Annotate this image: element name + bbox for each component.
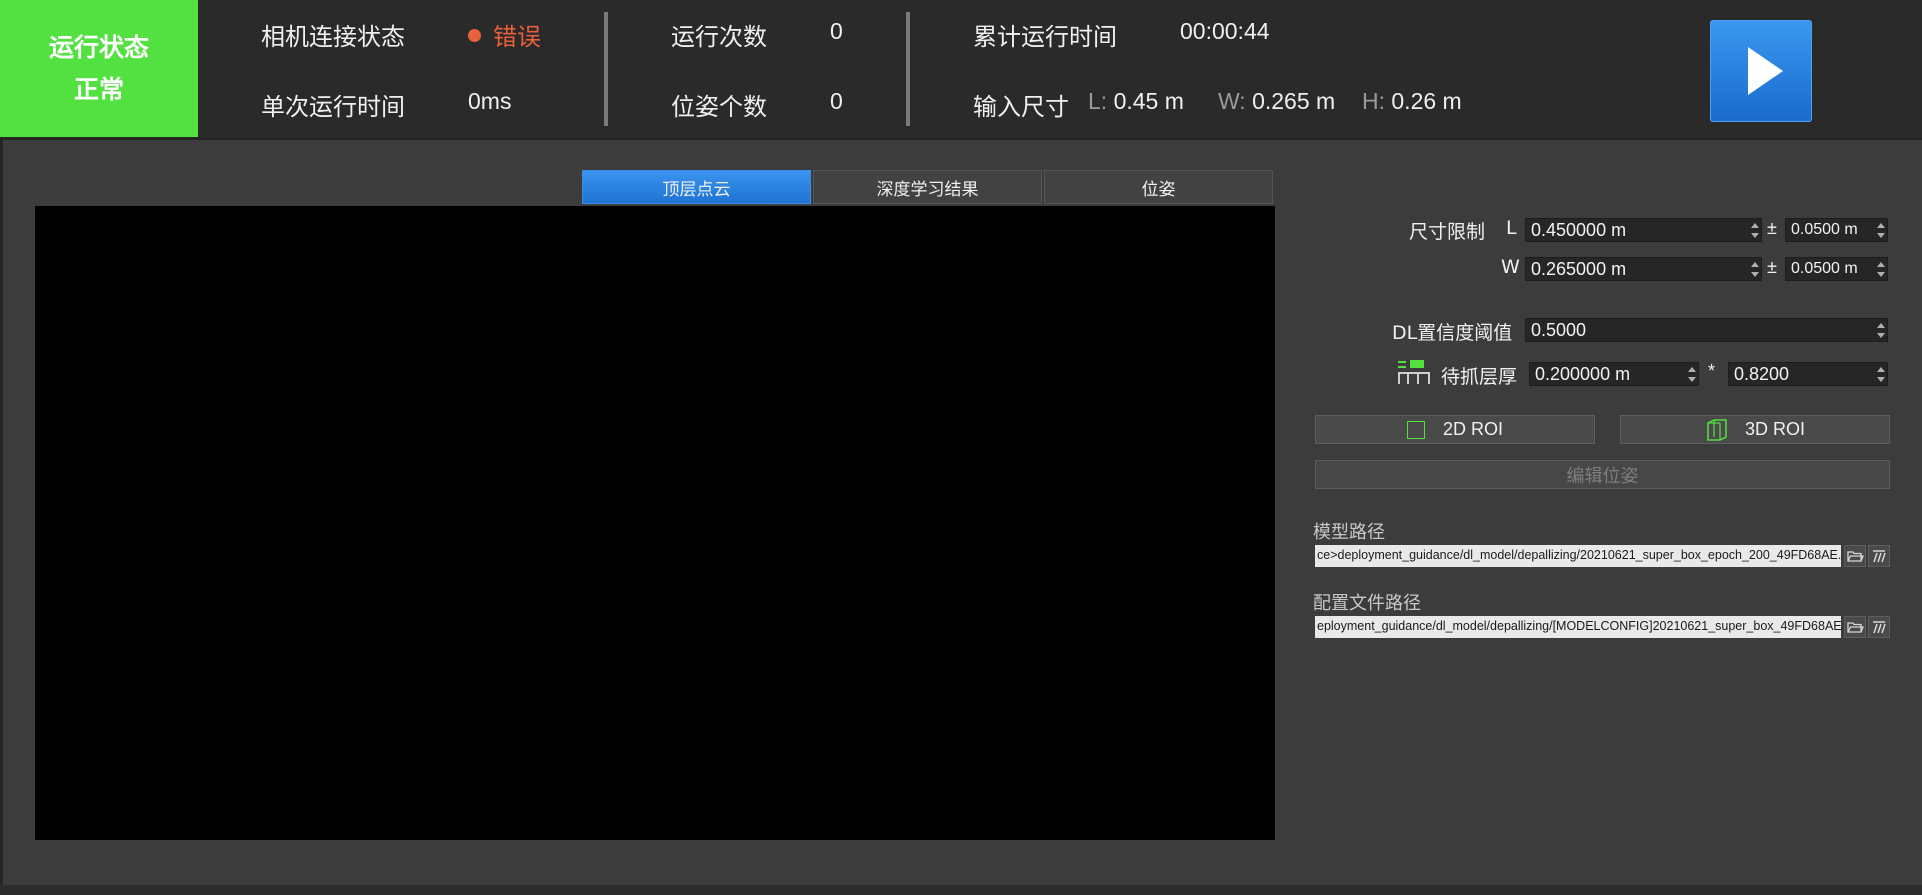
start-button[interactable]	[1710, 20, 1812, 122]
run-status-indicator: 运行状态 正常	[0, 0, 198, 137]
spin-arrows-icon[interactable]	[1876, 322, 1885, 339]
spin-arrows-icon[interactable]	[1750, 261, 1759, 278]
clear-path-button[interactable]	[1868, 545, 1890, 567]
input-size-label: 输入尺寸	[973, 93, 1069, 121]
open-folder-button[interactable]	[1844, 545, 1866, 567]
config-path-input[interactable]: eployment_guidance/dl_model/depallizing/…	[1315, 616, 1841, 638]
tab-deep-learning-result[interactable]: 深度学习结果	[813, 170, 1042, 204]
run-count-value: 0	[830, 18, 843, 44]
config-path-label: 配置文件路径	[1313, 593, 1421, 614]
layer-thickness-label: 待抓层厚	[1441, 366, 1518, 388]
edit-pose-button[interactable]: 编辑位姿	[1315, 460, 1890, 489]
open-folder-button[interactable]	[1844, 616, 1866, 638]
layer-thickness-icon	[1398, 360, 1430, 384]
single-run-time-value: 0ms	[468, 88, 512, 114]
spin-arrows-icon[interactable]	[1750, 222, 1759, 239]
width-tolerance-input[interactable]: 0.0500 m	[1785, 257, 1888, 281]
cube-icon	[1707, 418, 1727, 441]
layer-thickness-input[interactable]: 0.200000 m	[1529, 362, 1699, 386]
main-panel: 顶层点云 深度学习结果 位姿 尺寸限制 L 0.450000 m ± 0.050…	[3, 140, 1922, 885]
play-icon	[1748, 47, 1783, 95]
pose-count-label: 位姿个数	[671, 93, 767, 121]
clear-icon	[1873, 621, 1886, 634]
tab-top-point-cloud[interactable]: 顶层点云	[582, 170, 811, 204]
plus-minus-label: ±	[1767, 257, 1777, 277]
bottom-strip	[0, 885, 1922, 895]
clear-path-button[interactable]	[1868, 616, 1890, 638]
spin-arrows-icon[interactable]	[1687, 366, 1696, 383]
single-run-time-label: 单次运行时间	[261, 93, 405, 121]
total-run-time-value: 00:00:44	[1180, 18, 1270, 44]
input-size-length: L: 0.45 m	[1088, 88, 1184, 114]
input-size-height: H: 0.26 m	[1362, 88, 1462, 114]
run-status-state: 正常	[73, 74, 124, 104]
folder-icon	[1847, 551, 1864, 562]
width-label: W	[1501, 256, 1520, 278]
roi-2d-button[interactable]: 2D ROI	[1315, 415, 1595, 444]
camera-status-label: 相机连接状态	[261, 23, 405, 51]
length-label: L	[1506, 217, 1517, 239]
model-path-label: 模型路径	[1313, 522, 1385, 543]
roi-3d-button[interactable]: 3D ROI	[1620, 415, 1890, 444]
total-run-time-label: 累计运行时间	[973, 23, 1117, 51]
spin-arrows-icon[interactable]	[1876, 366, 1885, 383]
run-status-title: 运行状态	[48, 32, 149, 62]
width-limit-input[interactable]: 0.265000 m	[1525, 257, 1762, 281]
square-icon	[1406, 420, 1425, 439]
model-path-input[interactable]: ce>deployment_guidance/dl_model/depalliz…	[1315, 545, 1841, 567]
multiply-label: *	[1708, 361, 1716, 381]
length-limit-input[interactable]: 0.450000 m	[1525, 218, 1762, 242]
separator	[906, 12, 910, 126]
tab-pose[interactable]: 位姿	[1044, 170, 1273, 204]
size-limit-label: 尺寸限制	[1409, 221, 1486, 243]
length-tolerance-input[interactable]: 0.0500 m	[1785, 218, 1888, 242]
spin-arrows-icon[interactable]	[1876, 261, 1885, 278]
dl-confidence-input[interactable]: 0.5000	[1525, 318, 1888, 342]
layer-factor-input[interactable]: 0.8200	[1728, 362, 1888, 386]
clear-icon	[1873, 550, 1886, 563]
error-dot-icon	[468, 29, 481, 42]
run-count-label: 运行次数	[671, 23, 767, 51]
pose-count-value: 0	[830, 88, 843, 114]
status-bar: 运行状态 正常 相机连接状态 错误 单次运行时间 0ms 运行次数 0 位姿个数…	[0, 0, 1922, 137]
dl-confidence-label: DL置信度阈值	[1392, 322, 1513, 344]
input-size-width: W: 0.265 m	[1218, 88, 1336, 114]
spin-arrows-icon[interactable]	[1876, 222, 1885, 239]
camera-status-value: 错误	[468, 17, 541, 52]
plus-minus-label: ±	[1767, 218, 1777, 238]
point-cloud-viewport[interactable]	[35, 206, 1275, 840]
folder-icon	[1847, 622, 1864, 633]
separator	[604, 12, 608, 126]
